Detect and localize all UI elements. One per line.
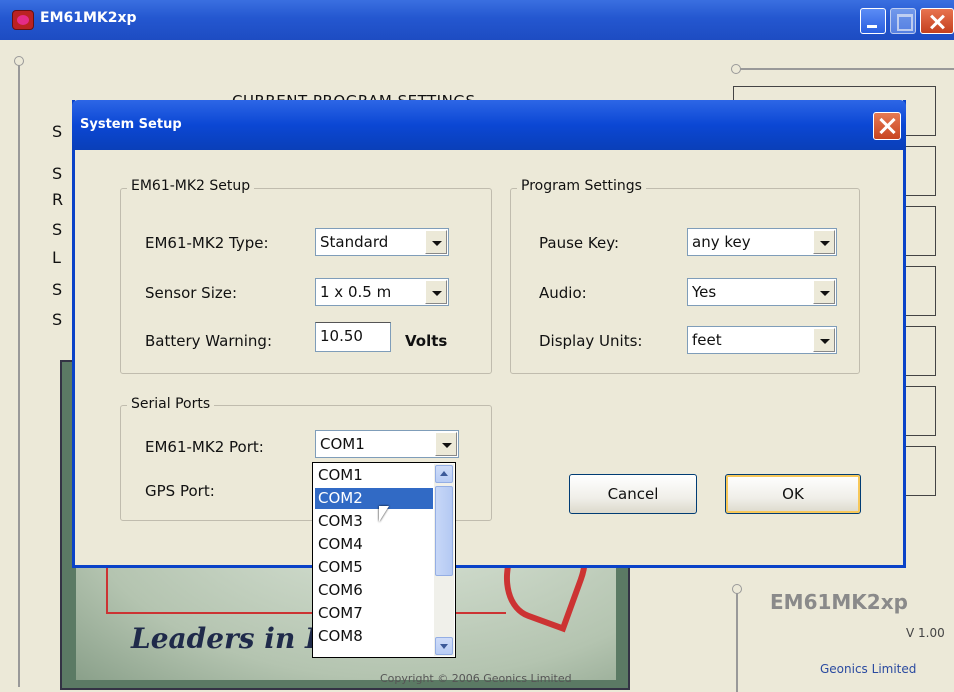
pause-key-value: any key [692, 233, 751, 251]
settings-row-label: R [52, 190, 64, 209]
right-divider [731, 64, 954, 74]
maximize-button[interactable] [890, 8, 916, 34]
chevron-down-icon[interactable] [813, 230, 835, 254]
dropdown-option-selected[interactable]: COM2 [315, 488, 433, 509]
audio-select[interactable]: Yes [687, 278, 837, 306]
serial-ports-title: Serial Ports [127, 396, 215, 412]
scroll-up-icon[interactable] [435, 465, 453, 483]
settings-row-label: S [52, 122, 63, 141]
em61-type-label: EM61-MK2 Type: [145, 234, 269, 252]
settings-row-label: L [52, 248, 61, 267]
scrollbar-thumb[interactable] [435, 486, 453, 576]
chevron-down-icon[interactable] [425, 230, 447, 254]
sensor-size-select[interactable]: 1 x 0.5 m [315, 278, 449, 306]
audio-value: Yes [692, 283, 717, 301]
chevron-down-icon[interactable] [425, 280, 447, 304]
display-units-label: Display Units: [539, 332, 643, 350]
display-units-select[interactable]: feet [687, 326, 837, 354]
battery-warning-input[interactable]: 10.50 [315, 322, 391, 352]
em61-port-label: EM61-MK2 Port: [145, 438, 264, 456]
dropdown-option[interactable]: COM3 [315, 511, 433, 532]
dialog-close-button[interactable] [873, 112, 901, 140]
ok-button[interactable]: OK [725, 474, 861, 514]
splash-copyright: Copyright © 2006 Geonics Limited [380, 672, 572, 685]
gps-port-label: GPS Port: [145, 482, 215, 500]
main-window-title: EM61MK2xp [40, 10, 137, 26]
left-bracket [14, 56, 24, 687]
chevron-down-icon[interactable] [813, 328, 835, 352]
program-settings-title: Program Settings [517, 178, 646, 194]
dropdown-option[interactable]: COM8 [315, 626, 433, 647]
system-setup-dialog: EM61-MK2 Setup EM61-MK2 Type: Standard S… [72, 100, 906, 568]
info-bracket [732, 584, 742, 692]
main-close-button[interactable] [920, 8, 954, 34]
battery-warning-label: Battery Warning: [145, 332, 273, 350]
mouse-pointer-icon [379, 506, 389, 522]
dialog-title-bar: System Setup [72, 100, 906, 150]
display-units-value: feet [692, 331, 722, 349]
battery-unit-label: Volts [405, 332, 448, 350]
minimize-button[interactable] [860, 8, 886, 34]
em61-setup-title: EM61-MK2 Setup [127, 178, 255, 194]
app-icon [12, 10, 34, 30]
dropdown-option[interactable]: COM5 [315, 557, 433, 578]
settings-row-label: S [52, 310, 63, 329]
sensor-size-label: Sensor Size: [145, 284, 238, 302]
chevron-down-icon[interactable] [813, 280, 835, 304]
port-dropdown-list[interactable]: COM1 COM2 COM3 COM4 COM5 COM6 COM7 COM8 [312, 462, 456, 658]
dropdown-option[interactable]: COM7 [315, 603, 433, 624]
main-title-bar: EM61MK2xp [0, 0, 954, 40]
company-name: Geonics Limited [820, 662, 917, 676]
em61-type-value: Standard [320, 233, 389, 251]
product-name: EM61MK2xp [770, 590, 908, 614]
em61-port-value: COM1 [320, 435, 365, 453]
product-version: V 1.00 [906, 626, 945, 640]
dialog-title: System Setup [80, 117, 182, 132]
dropdown-option[interactable]: COM1 [315, 465, 433, 486]
chevron-down-icon[interactable] [435, 432, 457, 456]
audio-label: Audio: [539, 284, 587, 302]
em61-type-select[interactable]: Standard [315, 228, 449, 256]
product-info-panel: EM61MK2xp V 1.00 Geonics Limited [732, 584, 954, 692]
ok-button-label: OK [782, 485, 804, 503]
em61-port-select[interactable]: COM1 [315, 430, 459, 458]
dropdown-scrollbar[interactable] [434, 464, 454, 656]
scroll-down-icon[interactable] [435, 637, 453, 655]
pause-key-select[interactable]: any key [687, 228, 837, 256]
pause-key-label: Pause Key: [539, 234, 620, 252]
settings-row-label: S [52, 280, 63, 299]
settings-row-label: S [52, 220, 63, 239]
dropdown-option[interactable]: COM4 [315, 534, 433, 555]
settings-row-label: S [52, 164, 63, 183]
sensor-size-value: 1 x 0.5 m [320, 283, 392, 301]
cancel-button[interactable]: Cancel [569, 474, 697, 514]
cancel-button-label: Cancel [607, 485, 659, 503]
dropdown-option[interactable]: COM6 [315, 580, 433, 601]
